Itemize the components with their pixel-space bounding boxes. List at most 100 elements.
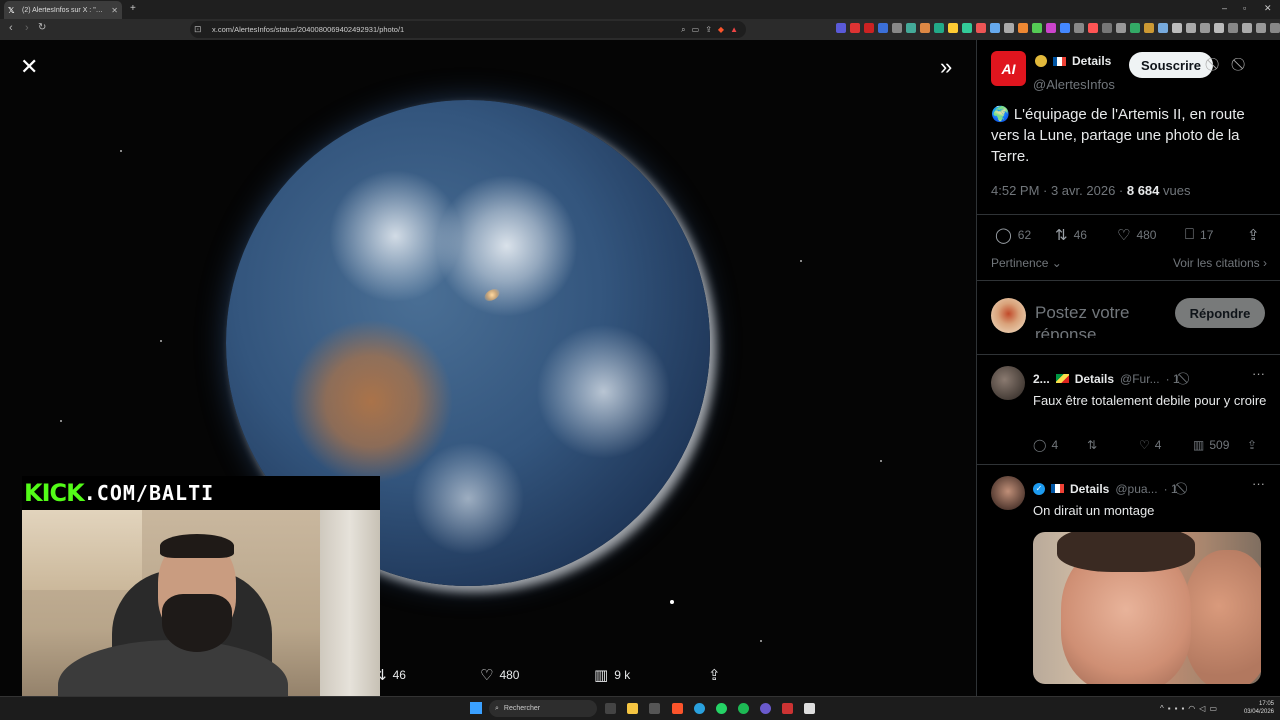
extension-icon[interactable] — [892, 23, 902, 33]
rewards-icon[interactable]: ▲ — [730, 25, 738, 35]
author-details[interactable]: Details — [1072, 54, 1111, 68]
collapse-panel-icon[interactable]: » — [940, 56, 952, 78]
extension-icon[interactable] — [1074, 23, 1084, 33]
bookmark-button[interactable]: ⎕ 17 — [1185, 226, 1213, 243]
extension-icon[interactable] — [990, 23, 1000, 33]
commenter-handle[interactable]: @Fur... — [1120, 372, 1160, 386]
extension-icon[interactable] — [1116, 23, 1126, 33]
reload-icon[interactable]: ↻ — [38, 22, 46, 33]
extension-icon[interactable] — [1186, 23, 1196, 33]
tray-app-icon[interactable]: ▪ — [1168, 704, 1171, 713]
app-icon[interactable] — [649, 703, 660, 714]
extension-icon[interactable] — [1214, 23, 1224, 33]
author-handle[interactable]: @AlertesInfos — [1033, 77, 1115, 92]
extension-icon[interactable] — [1018, 23, 1028, 33]
forward-icon[interactable]: › — [25, 22, 29, 34]
share-button[interactable]: ⇪ — [708, 666, 721, 684]
views-button[interactable]: ▥ 9 k — [594, 666, 630, 684]
battery-icon[interactable]: ▭ — [1209, 704, 1217, 713]
alertesinfos-avatar[interactable]: AI — [991, 51, 1026, 86]
extension-icon[interactable] — [1144, 23, 1154, 33]
zoom-icon[interactable]: ⌕ — [681, 25, 685, 35]
commenter-avatar[interactable] — [991, 476, 1025, 510]
commenter-avatar[interactable] — [991, 366, 1025, 400]
extension-icon[interactable] — [878, 23, 888, 33]
extension-icon[interactable] — [1228, 23, 1238, 33]
spotify-icon[interactable] — [738, 703, 749, 714]
whatsapp-icon[interactable] — [716, 703, 727, 714]
windows-start-icon[interactable] — [470, 702, 482, 714]
reply-button[interactable]: ◯ 62 — [995, 226, 1031, 244]
chevron-up-icon[interactable]: ^ — [1160, 704, 1164, 713]
file-explorer-icon[interactable] — [627, 703, 638, 714]
notion-icon[interactable] — [804, 703, 815, 714]
reply-button[interactable]: Répondre — [1175, 298, 1265, 328]
app-icon[interactable] — [782, 703, 793, 714]
like-button[interactable]: ♡ 480 — [480, 666, 519, 684]
tray-app-icon[interactable]: ▪ — [1181, 704, 1184, 713]
sort-dropdown[interactable]: Pertinence ⌄ — [991, 256, 1062, 270]
extension-icon[interactable] — [1102, 23, 1112, 33]
commenter-name[interactable]: 2... — [1033, 372, 1050, 386]
back-icon[interactable]: ‹ — [9, 22, 13, 34]
extension-icon[interactable] — [962, 23, 972, 33]
task-view-icon[interactable] — [605, 703, 616, 714]
extension-icon[interactable] — [1158, 23, 1168, 33]
extension-icon[interactable] — [920, 23, 930, 33]
brave-shield-icon[interactable]: ◆ — [718, 25, 724, 35]
extension-icon[interactable] — [934, 23, 944, 33]
clock[interactable]: 17:05 03/04/2026 — [1244, 700, 1274, 716]
extension-icon[interactable] — [1242, 23, 1252, 33]
repost-button[interactable]: ⇅ 46 — [1055, 226, 1087, 244]
extension-icon[interactable] — [1004, 23, 1014, 33]
view-quotes-link[interactable]: Voir les citations › — [1173, 256, 1267, 270]
tray-app-icon[interactable]: ▪ — [1175, 704, 1178, 713]
comment-image[interactable] — [1033, 532, 1261, 684]
share-button[interactable]: ⇪ — [1247, 226, 1260, 244]
share-button[interactable]: ⇪ — [1247, 438, 1257, 452]
share-icon[interactable]: ⇪ — [705, 25, 712, 35]
extension-icon[interactable] — [1130, 23, 1140, 33]
extension-icon[interactable] — [1270, 23, 1280, 33]
extension-icon[interactable] — [976, 23, 986, 33]
extension-icon[interactable] — [906, 23, 916, 33]
telegram-icon[interactable] — [694, 703, 705, 714]
volume-icon[interactable]: ◁ — [1199, 704, 1205, 713]
extension-icon[interactable] — [1200, 23, 1210, 33]
like-button[interactable]: ♡ 4 — [1139, 438, 1161, 452]
address-bar[interactable]: ⊡ x.com/AlertesInfos/status/204008006940… — [190, 21, 746, 38]
close-window-icon[interactable]: ✕ — [1264, 3, 1272, 14]
wifi-icon[interactable]: ◠ — [1188, 704, 1195, 713]
extension-icon[interactable] — [1256, 23, 1266, 33]
reply-input[interactable]: Postez votre réponse — [1035, 302, 1155, 338]
like-button[interactable]: ♡ 480 — [1117, 226, 1156, 244]
taskbar-search[interactable]: ⌕ Rechercher — [489, 700, 597, 717]
close-icon[interactable]: ✕ — [111, 6, 118, 15]
commenter-details[interactable]: Details — [1070, 482, 1109, 496]
browser-tab[interactable]: 𝕏 (2) AlertesInfos sur X : "🌍 L'équ ✕ — [4, 1, 122, 19]
minimize-icon[interactable]: – — [1222, 3, 1227, 13]
extension-icon[interactable] — [1032, 23, 1042, 33]
commenter-handle[interactable]: @pua... — [1115, 482, 1157, 496]
screen-icon[interactable]: ▭ — [692, 25, 700, 35]
extension-icon[interactable] — [1046, 23, 1056, 33]
extension-icon[interactable] — [864, 23, 874, 33]
extension-icon[interactable] — [1172, 23, 1182, 33]
more-icon[interactable]: ··· — [1252, 366, 1265, 381]
user-avatar[interactable] — [991, 298, 1026, 333]
extension-icon[interactable] — [948, 23, 958, 33]
repost-button[interactable]: ⇅ — [1087, 438, 1097, 452]
commenter-details[interactable]: Details — [1075, 372, 1114, 386]
extension-icon[interactable] — [850, 23, 860, 33]
more-icon[interactable]: ··· — [1252, 476, 1265, 491]
maximize-icon[interactable]: ▫ — [1243, 3, 1246, 13]
bookmark-icon[interactable]: ⊡ — [194, 24, 202, 35]
reply-button[interactable]: ◯ 4 — [1033, 438, 1058, 452]
brave-icon[interactable] — [672, 703, 683, 714]
extension-icon[interactable] — [1060, 23, 1070, 33]
tweet-time[interactable]: 4:52 PM · 3 avr. 2026 · — [991, 183, 1127, 198]
new-tab-icon[interactable]: + — [130, 3, 136, 14]
subscribe-button[interactable]: Souscrire — [1129, 52, 1213, 78]
extension-icon[interactable] — [1088, 23, 1098, 33]
close-icon[interactable]: ✕ — [20, 56, 38, 78]
